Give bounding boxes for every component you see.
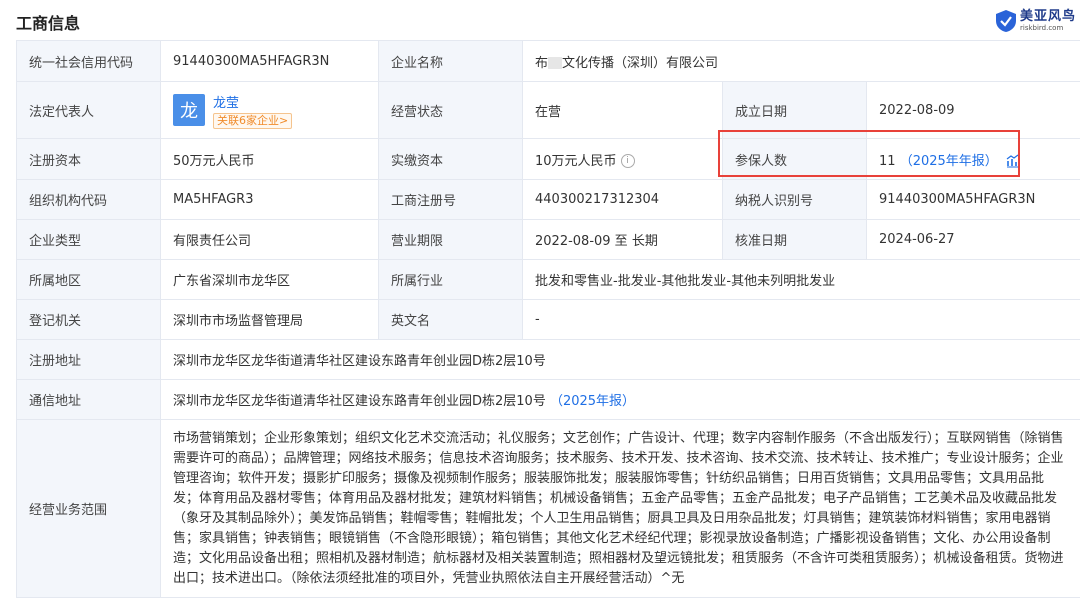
legal-rep-label: 法定代表人: [17, 82, 161, 139]
table-row: 企业类型 有限责任公司 营业期限 2022-08-09 至 长期 核准日期 20…: [17, 220, 1080, 260]
table-row: 所属地区 广东省深圳市龙华区 所属行业 批发和零售业-批发业-其他批发业-其他未…: [17, 260, 1080, 300]
status-label: 经营状态: [379, 82, 523, 139]
taxpayer-id-label: 纳税人识别号: [723, 180, 867, 220]
table-row: 经营业务范围 市场营销策划；企业形象策划；组织文化艺术交流活动；礼仪服务；文艺创…: [17, 420, 1080, 598]
reg-capital-label: 注册资本: [17, 139, 161, 180]
company-name-suffix: 文化传播（深圳）有限公司: [562, 56, 718, 71]
english-name-value: -: [523, 300, 1080, 340]
company-name-prefix: 布: [535, 56, 548, 71]
company-type-label: 企业类型: [17, 220, 161, 260]
mail-address-cell: 深圳市龙华区龙华街道清华社区建设东路青年创业园D栋2层10号 （2025年报）: [161, 380, 1080, 420]
header: 工商信息 美亚风鸟 riskbird.com: [0, 0, 1080, 40]
paid-capital-cell: 10万元人民币 i: [523, 139, 723, 180]
credit-code-value: 91440300MA5HFAGR3N: [161, 41, 379, 82]
brand-name: 美亚风鸟: [1020, 10, 1076, 23]
status-value: 在营: [523, 82, 723, 139]
term-value: 2022-08-09 至 长期: [523, 220, 723, 260]
legal-rep-name-link[interactable]: 龙莹: [213, 92, 292, 111]
company-type-value: 有限责任公司: [161, 220, 379, 260]
paid-capital-label: 实缴资本: [379, 139, 523, 180]
mail-address-label: 通信地址: [17, 380, 161, 420]
table-row: 注册资本 50万元人民币 实缴资本 10万元人民币 i 参保人数 11 （2025…: [17, 139, 1080, 180]
brand-logo: 美亚风鸟 riskbird.com: [995, 7, 1076, 35]
org-code-label: 组织机构代码: [17, 180, 161, 220]
mail-address-value: 深圳市龙华区龙华街道清华社区建设东路青年创业园D栋2层10号: [173, 394, 546, 409]
established-label: 成立日期: [723, 82, 867, 139]
business-info-table: 统一社会信用代码 91440300MA5HFAGR3N 企业名称 布文化传播（深…: [16, 40, 1080, 598]
approval-date-label: 核准日期: [723, 220, 867, 260]
table-row: 通信地址 深圳市龙华区龙华街道清华社区建设东路青年创业园D栋2层10号 （202…: [17, 380, 1080, 420]
authority-value: 深圳市市场监督管理局: [161, 300, 379, 340]
table-row: 登记机关 深圳市市场监督管理局 英文名 -: [17, 300, 1080, 340]
industry-label: 所属行业: [379, 260, 523, 300]
insured-cell: 11 （2025年年报）: [867, 139, 1080, 180]
mail-address-report-link[interactable]: （2025年报）: [550, 394, 635, 409]
approval-date-value: 2024-06-27: [867, 220, 1080, 260]
reg-address-label: 注册地址: [17, 340, 161, 380]
info-icon[interactable]: i: [621, 154, 635, 168]
company-name-value: 布文化传播（深圳）有限公司: [523, 41, 1080, 82]
taxpayer-id-value: 91440300MA5HFAGR3N: [867, 180, 1080, 220]
insured-value: 11: [879, 154, 896, 169]
region-value: 广东省深圳市龙华区: [161, 260, 379, 300]
established-value: 2022-08-09: [867, 82, 1080, 139]
table-row: 法定代表人 龙 龙莹 关联6家企业> 经营状态 在营 成立日期 2022-08-…: [17, 82, 1080, 139]
english-name-label: 英文名: [379, 300, 523, 340]
scope-label: 经营业务范围: [17, 420, 161, 598]
table-row: 注册地址 深圳市龙华区龙华街道清华社区建设东路青年创业园D栋2层10号: [17, 340, 1080, 380]
brand-text: 美亚风鸟 riskbird.com: [1020, 10, 1076, 32]
org-code-value: MA5HFAGR3: [161, 180, 379, 220]
scope-value: 市场营销策划；企业形象策划；组织文化艺术交流活动；礼仪服务；文艺创作；广告设计、…: [161, 420, 1080, 598]
authority-label: 登记机关: [17, 300, 161, 340]
insured-report-link[interactable]: （2025年年报）: [900, 154, 998, 169]
industry-value: 批发和零售业-批发业-其他批发业-其他未列明批发业: [523, 260, 1080, 300]
insured-label: 参保人数: [723, 139, 867, 180]
reg-no-label: 工商注册号: [379, 180, 523, 220]
avatar[interactable]: 龙: [173, 94, 205, 126]
legal-rep-value: 龙 龙莹 关联6家企业>: [161, 82, 379, 139]
company-name-label: 企业名称: [379, 41, 523, 82]
section-title: 工商信息: [16, 10, 80, 34]
term-label: 营业期限: [379, 220, 523, 260]
reg-address-value: 深圳市龙华区龙华街道清华社区建设东路青年创业园D栋2层10号: [161, 340, 1080, 380]
paid-capital-value: 10万元人民币: [535, 154, 617, 169]
redacted-text: [548, 57, 562, 69]
table-row: 统一社会信用代码 91440300MA5HFAGR3N 企业名称 布文化传播（深…: [17, 41, 1080, 82]
shield-icon: [995, 9, 1017, 33]
reg-no-value: 440300217312304: [523, 180, 723, 220]
credit-code-label: 统一社会信用代码: [17, 41, 161, 82]
brand-url: riskbird.com: [1020, 25, 1076, 32]
reg-capital-value: 50万元人民币: [161, 139, 379, 180]
region-label: 所属地区: [17, 260, 161, 300]
trend-chart-icon[interactable]: [1006, 154, 1020, 168]
related-companies-badge[interactable]: 关联6家企业>: [213, 113, 292, 129]
table-row: 组织机构代码 MA5HFAGR3 工商注册号 440300217312304 纳…: [17, 180, 1080, 220]
